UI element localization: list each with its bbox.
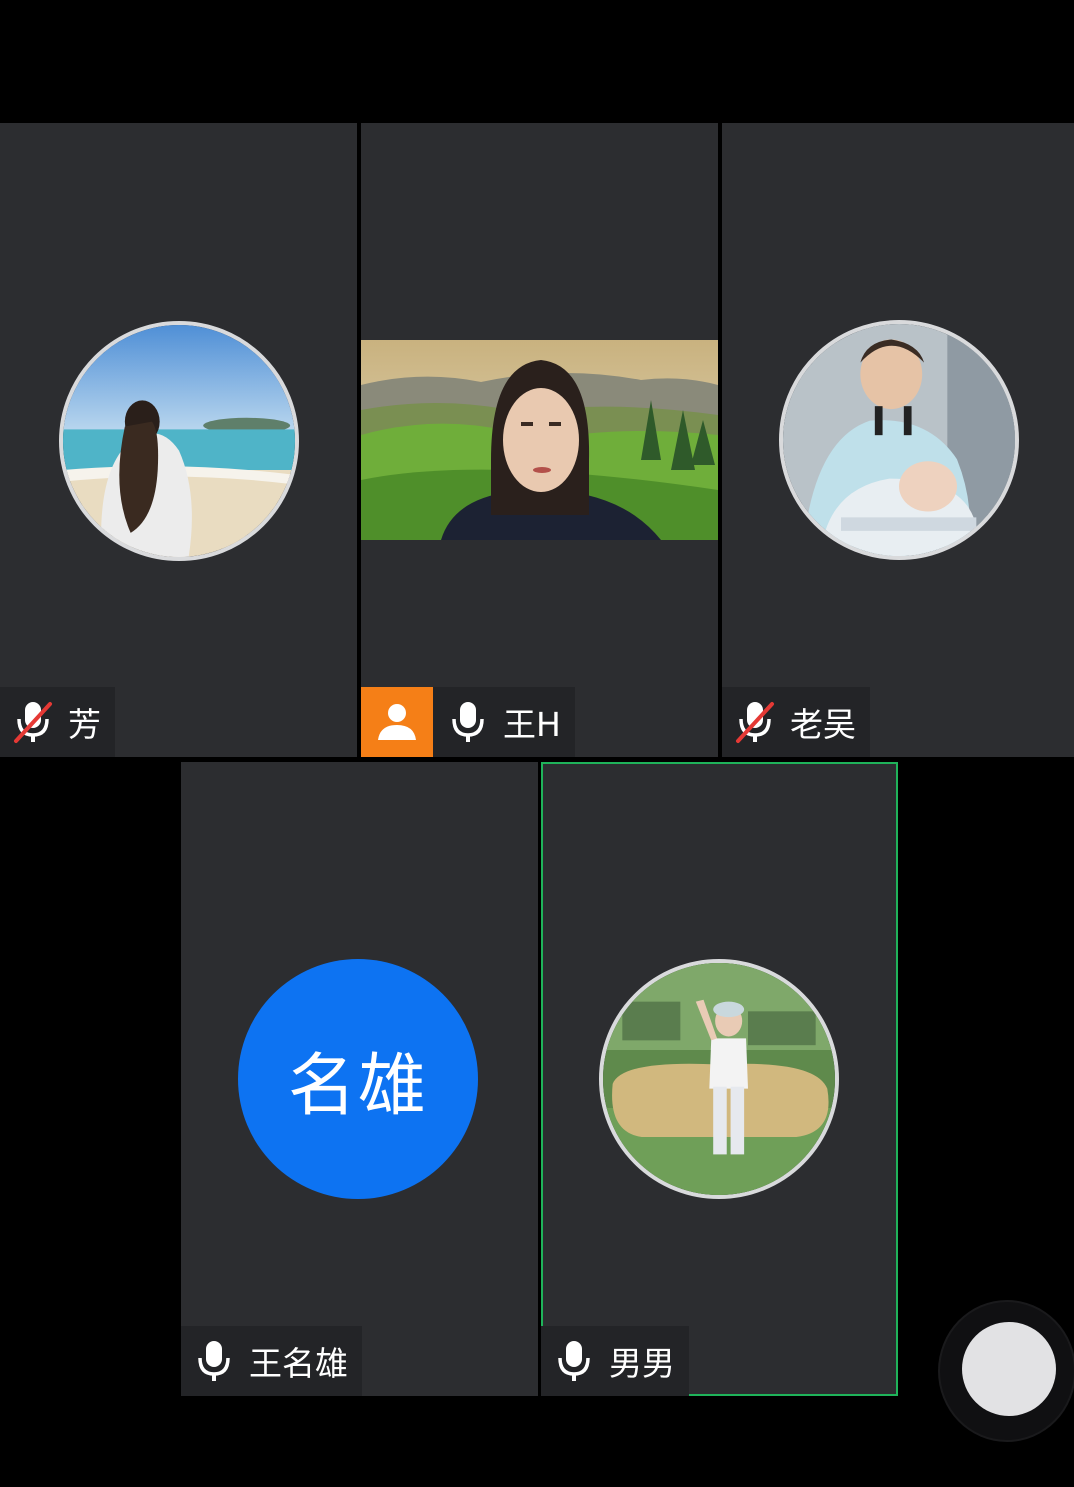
participant-label: 男男 [541, 1326, 689, 1396]
participant-tile-fang[interactable]: 芳 [0, 123, 357, 757]
floating-assistive-button[interactable] [962, 1322, 1056, 1416]
host-badge [361, 687, 433, 757]
participant-avatar [779, 320, 1019, 560]
participant-tile-nan-nan[interactable]: 男男 [541, 762, 898, 1396]
participant-name: 王H [503, 705, 561, 744]
microphone-icon [558, 1341, 590, 1381]
microphone-muted-icon [14, 702, 52, 743]
microphone-muted-icon [736, 702, 774, 743]
participant-name: 王名雄 [249, 1344, 348, 1383]
microphone-icon [452, 702, 484, 742]
participant-tile-lao-wu[interactable]: 老吴 [722, 123, 1074, 757]
participant-tile-wang-h[interactable]: 王H [361, 123, 718, 757]
initials-avatar: 名雄 [238, 959, 478, 1199]
participant-label: 王名雄 [181, 1326, 362, 1396]
participant-avatar [599, 959, 839, 1199]
participant-avatar [59, 321, 299, 561]
participant-name: 老吴 [790, 705, 856, 744]
participant-name: 男男 [609, 1344, 675, 1383]
microphone-icon [198, 1341, 230, 1381]
host-person-icon [378, 704, 416, 740]
participant-name: 芳 [68, 705, 101, 744]
participant-label: 芳 [0, 687, 115, 757]
participant-label: 王H [361, 687, 575, 757]
participant-label: 老吴 [722, 687, 870, 757]
participant-tile-wang-ming-xiong[interactable]: 名雄 王名雄 [181, 762, 538, 1396]
participant-video [361, 340, 718, 540]
